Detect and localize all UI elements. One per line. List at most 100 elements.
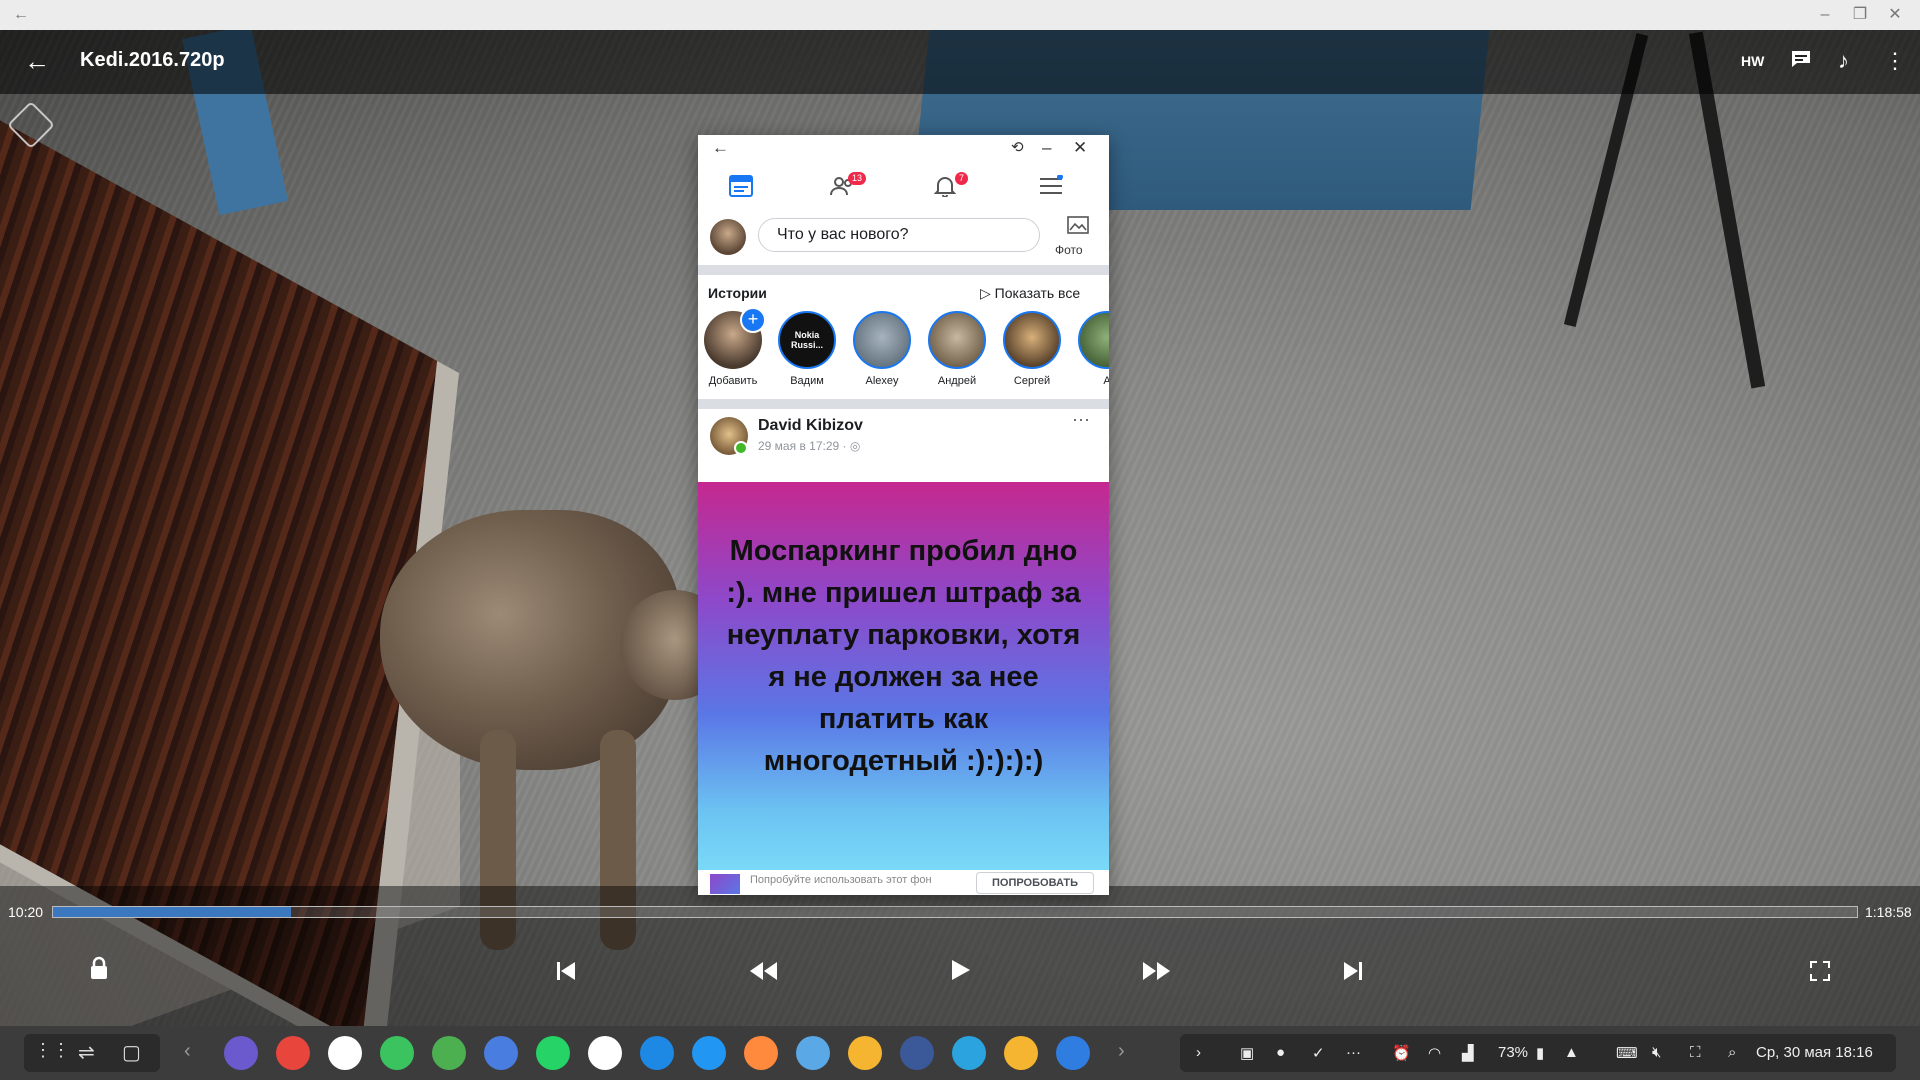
post-author[interactable]: David Kibizov [758,417,863,435]
recent-apps-icon[interactable]: ⇌ [78,1040,95,1065]
gmail-icon[interactable] [588,1036,622,1070]
keyboard-icon[interactable]: ⌨ [1616,1044,1638,1062]
bixby-icon[interactable] [744,1036,778,1070]
stories-section: Истории ▷ Показать все + Добавить Nokia … [698,275,1109,399]
popup-minimize-icon[interactable]: – [1042,138,1051,158]
telegram-icon[interactable] [952,1036,986,1070]
samsung-internet-icon[interactable] [224,1036,258,1070]
notifications-icon[interactable]: 7 [930,172,968,205]
more-notifications-icon[interactable]: ··· [1346,1044,1361,1061]
video-player-icon[interactable] [1056,1036,1090,1070]
fast-forward-icon[interactable] [1134,955,1178,991]
more-options-icon[interactable]: ⋮ [1884,48,1906,74]
try-background-bar: Попробуйте использовать этот фон ПОПРОБО… [698,870,1109,895]
story-add[interactable]: + Добавить [702,307,766,387]
facebook-popup-window[interactable]: ← ⟲ – ✕ 13 7 Что у вас нового? Фото Исто… [698,135,1109,895]
popup-rotate-icon[interactable]: ⟲ [1011,138,1024,156]
popup-back-icon[interactable]: ← [712,138,729,158]
skip-next-icon[interactable] [1331,955,1375,991]
story-avatar [928,311,986,369]
show-all-stories-link[interactable]: ▷ Показать все [980,285,1080,302]
photo-icon[interactable] [1060,215,1096,235]
background-thumb-icon [710,874,740,894]
seek-bar[interactable] [52,906,1858,918]
friend-requests-icon[interactable]: 13 [828,172,866,205]
home-icon[interactable]: ▢ [122,1040,141,1065]
player-top-bar: ← Kedi.2016.720p HW ♪ ⋮ [0,30,1920,94]
back-arrow-icon[interactable]: ← [24,46,50,77]
screenshot-icon[interactable]: ⛶ [1690,1044,1701,1061]
calendar-icon[interactable] [484,1036,518,1070]
hw-decoder-toggle[interactable]: HW [1741,53,1764,69]
mute-icon[interactable]: 🔇︎ [1652,1044,1661,1061]
audio-track-icon[interactable]: ♪ [1838,48,1849,74]
search-icon[interactable]: ⌕ [1728,1044,1736,1061]
play-store-icon[interactable] [328,1036,362,1070]
wifi-icon: ◠ [1428,1045,1442,1062]
online-indicator [734,441,748,455]
story-item[interactable]: Андрей [926,311,988,387]
window-close-icon[interactable]: ✕ [1880,0,1910,30]
story-item[interactable]: Nokia Russi... Вадим [776,311,838,387]
tray-expand-icon[interactable]: › [1196,1044,1201,1061]
download-done-icon[interactable]: ✓ [1312,1044,1325,1062]
taskbar-scroll-right-icon[interactable]: › [1118,1040,1125,1063]
notifications-badge: 7 [954,172,968,185]
maps-icon[interactable] [432,1036,466,1070]
post-author-avatar[interactable] [710,417,748,455]
time-total: 1:18:58 [1865,904,1912,920]
story-item[interactable]: А [1076,311,1109,387]
try-text: Попробуйте использовать этот фон [750,874,932,886]
phone-icon[interactable] [380,1036,414,1070]
weather-icon[interactable] [796,1036,830,1070]
facebook-nav-bar: 13 7 [698,165,1109,216]
subtitles-icon[interactable] [1790,48,1812,76]
fullscreen-icon[interactable] [1798,955,1842,991]
files-icon[interactable] [1004,1036,1038,1070]
show-all-label: Показать все [994,285,1081,301]
tray-up-icon[interactable]: ▲ [1564,1044,1579,1061]
window-minimize-icon[interactable]: – [1810,0,1840,30]
post-time-text: 29 мая в 17:29 · [758,439,850,453]
window-back-icon[interactable]: ← [6,0,36,30]
menu-icon[interactable] [1036,174,1066,205]
window-restore-icon[interactable]: ❐ [1845,0,1875,30]
chrome-icon[interactable] [276,1036,310,1070]
calculator-icon[interactable] [692,1036,726,1070]
gallery-icon[interactable]: ▣ [1240,1044,1254,1062]
composer-input[interactable]: Что у вас нового? [758,218,1040,252]
story-name: Вадим [790,375,824,387]
story-name: Alexey [865,375,899,387]
story-item[interactable]: Сергей [1001,311,1063,387]
user-avatar [710,219,746,255]
post-more-icon[interactable]: ··· [1072,409,1090,430]
add-story-plus-icon: + [740,307,766,333]
story-name: Добавить [708,375,758,387]
friend-requests-badge: 13 [847,172,866,185]
messenger-tray-icon[interactable]: ● [1276,1044,1285,1061]
popup-close-icon[interactable]: ✕ [1073,138,1087,158]
battery-icon: ▮ [1536,1045,1545,1062]
apps-grid-icon[interactable]: ⋮⋮ [34,1040,70,1061]
news-feed-icon[interactable] [726,175,756,205]
whatsapp-icon[interactable] [536,1036,570,1070]
post-header: David Kibizov 29 мая в 17:29 · ◎ ··· [698,409,1109,465]
story-avatar: + [704,307,766,369]
story-avatar [853,311,911,369]
story-name: А [1103,375,1109,387]
rewind-icon[interactable] [742,955,786,991]
skip-previous-icon[interactable] [544,955,588,991]
stories-title: Истории [708,285,767,301]
taskbar-scroll-left-icon[interactable]: ‹ [184,1040,191,1063]
signal-icon: ▟ [1462,1045,1474,1062]
facebook-icon[interactable] [900,1036,934,1070]
popup-titlebar: ← ⟲ – ✕ [698,135,1109,165]
try-button[interactable]: ПОПРОБОВАТЬ [976,872,1094,894]
globe-icon: ◎ [849,439,861,453]
lock-icon[interactable] [77,955,121,991]
my-files-icon[interactable] [848,1036,882,1070]
play-icon[interactable] [938,955,982,991]
messenger-icon[interactable] [640,1036,674,1070]
story-item[interactable]: Alexey [851,311,913,387]
post-background-text[interactable]: Моспаркинг пробил дно :). мне пришел штр… [698,482,1109,870]
